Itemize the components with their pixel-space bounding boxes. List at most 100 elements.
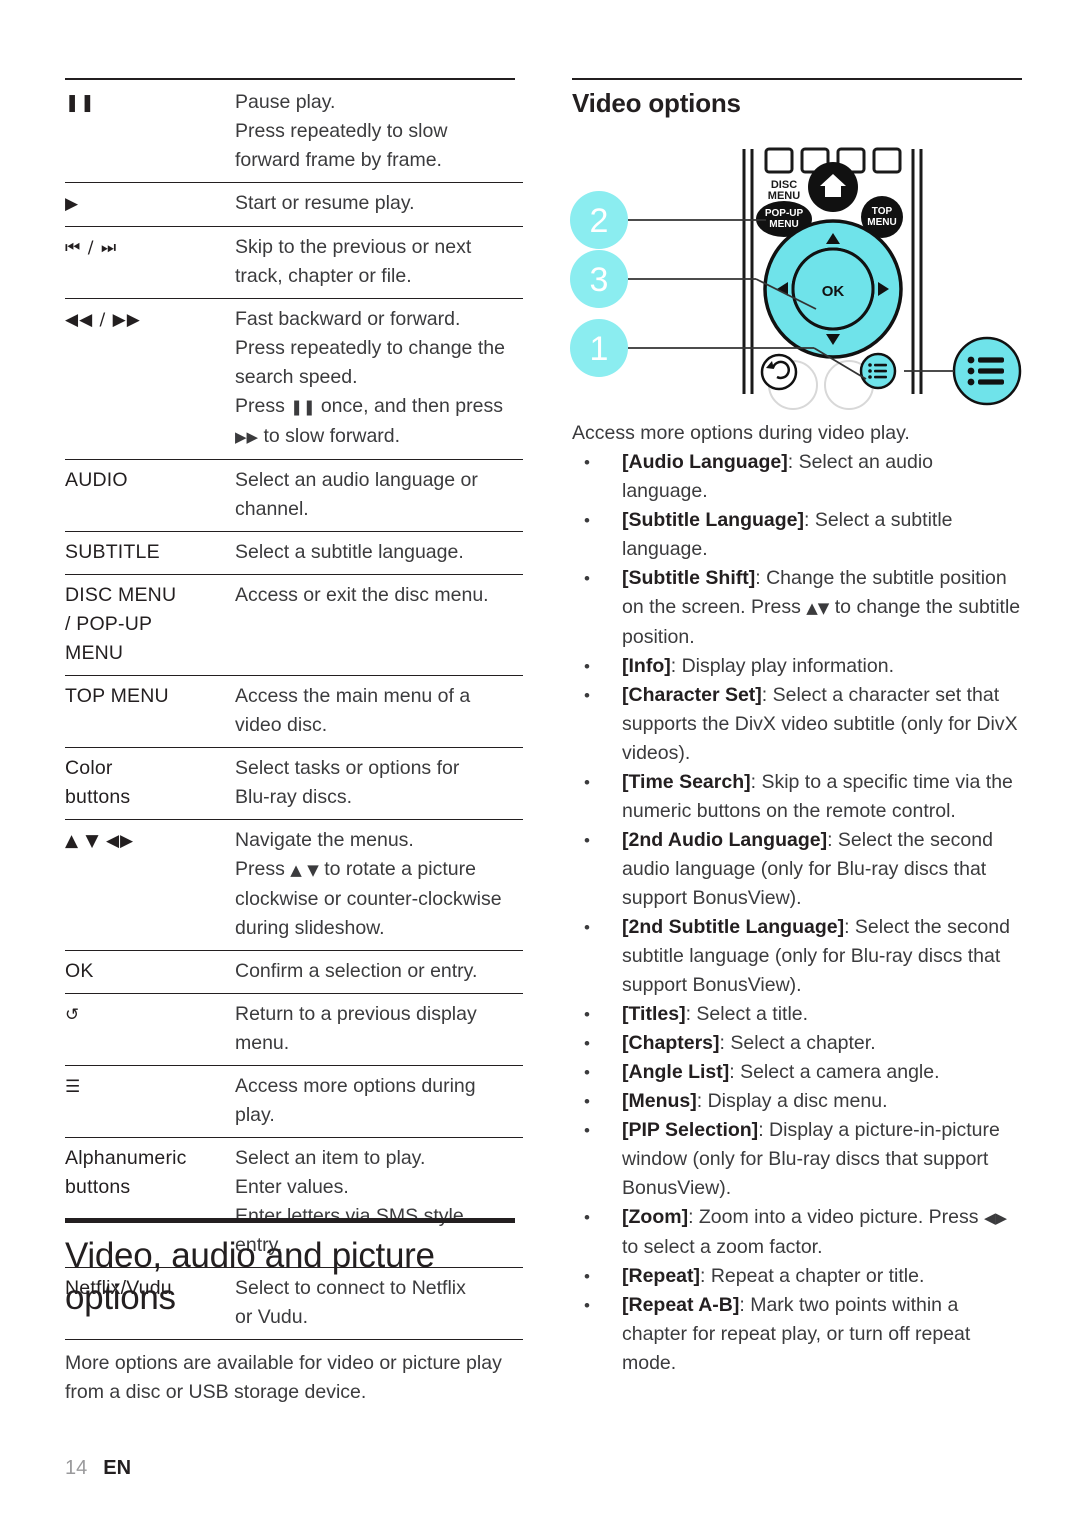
table-description: Return to a previous display menu. [235,993,523,1066]
list-item: [Angle List]: Select a camera angle. [572,1058,1022,1087]
option-term: [2nd Audio Language] [622,829,828,851]
list-item: [Repeat A-B]: Mark two points within a c… [572,1291,1022,1378]
option-term: [Subtitle Language] [622,509,804,531]
table-key-label: ▶ [65,194,80,214]
callout-3-number: 3 [590,261,609,299]
list-item: [Time Search]: Skip to a specific time v… [572,768,1022,826]
option-term: [2nd Subtitle Language] [622,916,845,938]
remote-button-reference-table: ❚❚ Pause play. Press repeatedly to slow for… [65,82,523,1340]
inline-glyph-icon: ❚❚ [290,398,316,416]
options-list-icon-large [967,356,1004,386]
table-row: AUDIO Select an audio language or channel. [65,459,523,532]
play-icon: ▶ [65,182,235,227]
table-key-label: ↺ [65,1005,81,1025]
table-key-label: TOP MENU [65,685,169,707]
video-options-intro: Access more options during video play. [572,422,910,444]
left-column-top-rule [65,78,515,80]
option-term: [Titles] [622,1003,686,1025]
option-term: [Angle List] [622,1061,730,1083]
table-row: ⏮ / ⏭ Skip to the previous or next track, … [65,226,523,299]
ok-button: OK [65,950,235,994]
table-key-label: ⏮ / ⏭ [65,238,118,258]
table-description: Select an audio language or channel. [235,459,523,532]
table-key-label: OK [65,960,94,982]
video-audio-picture-section: Video, audio and picture options More op… [65,1218,515,1407]
page-language: EN [103,1457,132,1479]
section-body: More options are available for video or … [65,1352,502,1403]
disc-menu-label-2: MENU [768,190,800,202]
audio-button: AUDIO [65,459,235,532]
subtitle-button: SUBTITLE [65,531,235,575]
table-description: Access or exit the disc menu. [235,574,523,676]
table-row: Color buttons Select tasks or options for B… [65,747,523,820]
list-item: [Menus]: Display a disc menu. [572,1087,1022,1116]
inline-glyph-icon: ▲▼ [806,599,830,617]
table-key-label: Color buttons [65,757,131,808]
section-top-rule [65,1218,515,1223]
option-description: : Select a chapter. [719,1032,876,1054]
option-term: [Chapters] [622,1032,720,1054]
list-item: [Titles]: Select a title. [572,1000,1022,1029]
right-column: Video options DISC MENU POP-UP MENU TOP … [570,78,1022,1378]
option-description: : Repeat a chapter or title. [700,1265,925,1287]
pause-icon: ❚❚ [65,82,235,183]
list-item: [Chapters]: Select a chapter. [572,1029,1022,1058]
page-footer: 14 EN [65,1457,131,1480]
option-description: : Select a title. [685,1003,809,1025]
remote-diagram-svg: DISC MENU POP-UP MENU TOP MENU OK 2 3 1 [570,147,1022,410]
table-key-label: DISC MENU / POP-UP MENU [65,584,177,664]
navigation-arrows-icon: ▲ ▼ ◀▶ [65,819,235,951]
top-menu-button: TOP MENU [65,675,235,748]
table-key-label: ☰ [65,1077,82,1097]
table-description: Fast backward or forward. Press repeatedl… [235,298,523,460]
table-description: Skip to the previous or next track, chapt… [235,226,523,299]
option-description: : Select a camera angle. [729,1061,940,1083]
list-item: [Subtitle Shift]: Change the subtitle po… [572,564,1022,652]
table-key-label: ▲ ▼ ◀▶ [65,831,135,851]
popup-menu-label-2: MENU [769,219,798,230]
table-key-label: AUDIO [65,469,128,491]
table-row: ▲ ▼ ◀▶ Navigate the menus. Press ▲ ▼ to ro… [65,819,523,951]
ok-label: OK [822,283,845,300]
table-row: ↺ Return to a previous display menu. [65,993,523,1066]
inline-glyph-icon: ▲ [290,861,302,879]
video-options-heading: Video options [572,88,741,118]
list-item: [Zoom]: Zoom into a video picture. Press… [572,1203,1022,1262]
popup-menu-label: POP-UP [765,208,804,219]
table-row: TOP MENU Access the main menu of a video d… [65,675,523,748]
table-key-label: ❚❚ [65,93,96,113]
callout-2-number: 2 [590,202,609,240]
option-description: : Display a disc menu. [696,1090,888,1112]
manual-page: ❚❚ Pause play. Press repeatedly to slow for… [0,0,1080,1527]
page-number: 14 [65,1457,88,1479]
table-row: ❚❚ Pause play. Press repeatedly to slow for… [65,82,523,183]
table-description: Navigate the menus. Press ▲ ▼ to rotate a… [235,819,523,951]
option-term: [Zoom] [622,1206,689,1228]
table-row: DISC MENU / POP-UP MENU Access or exit the … [65,574,523,676]
list-item: [Subtitle Language]: Select a subtitle l… [572,506,1022,564]
return-button[interactable] [760,353,798,391]
right-column-top-rule [572,78,1022,80]
option-term: [Info] [622,655,671,677]
table-description: Select a subtitle language. [235,531,523,575]
disc-menu-popup-menu-button: DISC MENU / POP-UP MENU [65,574,235,676]
option-term: [Repeat] [622,1265,701,1287]
table-description: Start or resume play. [235,182,523,227]
option-description: : Display play information. [670,655,894,677]
top-menu-label-2: MENU [867,217,896,228]
video-options-list: [Audio Language]: Select an audio langua… [572,448,1022,1378]
table-description: Select tasks or options for Blu-ray discs… [235,747,523,820]
option-term: [Subtitle Shift] [622,567,756,589]
table-description: Confirm a selection or entry. [235,950,523,994]
rewind-fast-forward-icon: ◀◀ / ▶▶ [65,298,235,460]
options-list-icon: ☰ [65,1065,235,1138]
section-heading: Video, audio and picture options [65,1236,435,1317]
inline-glyph-icon: ▼ [307,861,319,879]
list-item: [Repeat]: Repeat a chapter or title. [572,1262,1022,1291]
table-key-label: ◀◀ / ▶▶ [65,310,141,330]
left-column: ❚❚ Pause play. Press repeatedly to slow for… [65,78,523,1340]
list-item: [Audio Language]: Select an audio langua… [572,448,1022,506]
return-back-icon: ↺ [65,993,235,1066]
list-item: [Info]: Display play information. [572,652,1022,681]
table-row: ◀◀ / ▶▶ Fast backward or forward. Press re… [65,298,523,460]
